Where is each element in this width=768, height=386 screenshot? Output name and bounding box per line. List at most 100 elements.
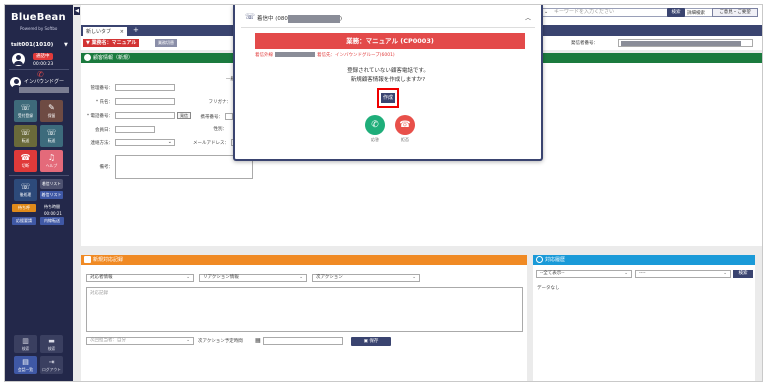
collapse-sidebar-icon[interactable]: ◀	[74, 7, 80, 15]
add-tab-button[interactable]: +	[133, 26, 139, 34]
history-header: 対応履歴	[533, 255, 755, 265]
tile-label: 受付登録	[17, 113, 34, 118]
tile-label: 切断	[21, 163, 30, 168]
user-id[interactable]: tsit001(1010)	[11, 42, 53, 48]
gender-label: 性別：	[213, 127, 228, 132]
monitor-icon: ▬	[48, 337, 55, 345]
tile-label: ヘルプ	[45, 163, 58, 168]
waiting-label: 待ち時間	[44, 204, 60, 209]
history-filter-a[interactable]: --全て表示-- ⌄	[536, 270, 632, 278]
phone-icon: ☏	[20, 182, 31, 191]
dial-button[interactable]: 発信	[177, 112, 191, 119]
tile-transfer-b[interactable]: ☏ 転送	[40, 125, 63, 147]
business-label[interactable]: ▼ 業務名：マニュアル	[83, 39, 140, 47]
caller-number-field[interactable]	[618, 39, 753, 47]
sidebar-divider	[9, 175, 69, 176]
business-change-button[interactable]: 業務切替	[155, 39, 177, 47]
phone-ringing-icon: ☏	[245, 12, 256, 21]
tile-label: ログアウト	[42, 367, 61, 372]
incoming-suffix: )	[339, 16, 343, 22]
record-header: 新規対応記録	[81, 255, 527, 265]
tile-logout[interactable]: ⇥ ログアウト	[40, 356, 63, 374]
history-search-button[interactable]: 検索	[733, 270, 753, 278]
next-action-time-input[interactable]	[263, 337, 343, 345]
hangup-icon: ☎	[399, 120, 411, 130]
manage-no-input[interactable]	[115, 84, 175, 91]
tile-help[interactable]: ♫ ヘルプ	[40, 150, 63, 172]
business-banner: 業務：マニュアル (CP0003)	[255, 33, 525, 49]
select-value: 次アクション	[316, 275, 343, 280]
chevron-up-icon[interactable]: ︿	[525, 13, 531, 22]
incoming-call-modal: ☏ 着信中 (080) ︿ 業務：マニュアル (CP0003) 着信外線 着信先：…	[233, 5, 543, 161]
chevron-down-icon: ⌄	[723, 271, 727, 276]
chevron-down-icon[interactable]: ▼	[64, 42, 68, 48]
record-panel: 対応者情報 ⌄ リアクション情報 ⌄ 次アクション ⌄ 対応記録 次回担当者：自分 ⌄ …	[81, 265, 527, 381]
email-label: メールアドレス：	[193, 141, 229, 146]
app-window: BlueBean Powered by Softbo tsit001(1010)…	[4, 4, 763, 382]
calendar-icon[interactable]: ▦	[255, 337, 261, 344]
tile-label: 会話一覧	[17, 367, 34, 372]
modal-message-2: 新規顧客情報を作成しますか?	[350, 77, 426, 83]
avatar	[12, 53, 25, 66]
masked-number	[275, 52, 315, 57]
document-icon	[84, 256, 91, 263]
save-button[interactable]: ▣ 保存	[351, 337, 391, 346]
answer-button[interactable]: ✆	[365, 115, 385, 135]
chevron-down-icon: ⌄	[186, 338, 190, 343]
record-memo[interactable]: 対応記録	[86, 287, 523, 332]
masked-number	[621, 41, 741, 46]
select-value: ----	[639, 271, 646, 276]
mobile-input[interactable]	[225, 113, 233, 120]
detail-search-link[interactable]: 詳細検索	[687, 10, 705, 16]
phone-icon: ☏	[46, 128, 57, 137]
masked-number	[287, 14, 340, 23]
tile-reception[interactable]: ☏ 受付登録	[14, 100, 37, 122]
waiting-button[interactable]: 待ち呼	[12, 204, 36, 212]
tile-transfer-a[interactable]: ☏ 転送	[14, 125, 37, 147]
tile-hold[interactable]: ✎ 保留	[40, 100, 63, 122]
phone-icon: ☏	[20, 128, 31, 137]
edit-icon: ✎	[48, 103, 55, 112]
app-logo-sub: Powered by Softbo	[20, 26, 58, 31]
tile-label: 着信リスト	[42, 181, 61, 186]
tile-search-a[interactable]: ▥ 検索	[14, 335, 37, 353]
next-action-select[interactable]: 次アクション ⌄	[312, 274, 420, 282]
extension-button[interactable]: 内線転送	[40, 217, 64, 225]
search-button[interactable]: 検索	[667, 8, 685, 17]
call-meta: 着信外線 着信先：インバウンドグループ(6001)	[255, 52, 395, 58]
furigana-label: フリガナ：	[208, 100, 232, 105]
name-input[interactable]	[115, 98, 175, 105]
manage-no-label: 管理番号：	[90, 86, 114, 91]
incoming-prefix: 着信中 (080	[257, 16, 288, 22]
create-button[interactable]: 作成	[381, 93, 395, 103]
contact-method-select[interactable]: ⌄	[115, 139, 175, 146]
feedback-button[interactable]: ご意見・ご要望	[712, 8, 758, 17]
destination: 着信先：インバウンドグループ(6001)	[317, 53, 395, 58]
select-value: 対応者情報	[90, 275, 113, 280]
reject-button[interactable]: ☎	[395, 115, 415, 135]
app-logo: BlueBean	[11, 12, 66, 23]
tile-after-call[interactable]: ☏ 後処理	[14, 179, 37, 201]
tile-call-list[interactable]: 着信リスト	[40, 179, 63, 189]
chevron-down-icon: ⌄	[299, 275, 303, 280]
incoming-title: 着信中 (080)	[257, 14, 342, 23]
support-button[interactable]: 応援要請	[12, 217, 36, 225]
tile-label: 検索	[21, 346, 30, 351]
status-badge: 通話中	[33, 53, 53, 60]
join-date-input[interactable]	[115, 126, 155, 133]
tile-hangup[interactable]: ☎ 切断	[14, 150, 37, 172]
tile-label: 転送	[47, 138, 56, 143]
next-responder-select[interactable]: 次回担当者：自分 ⌄	[86, 337, 194, 345]
call-list-button[interactable]: 着信リスト	[40, 191, 63, 199]
phone-input[interactable]	[115, 112, 175, 119]
chevron-down-icon: ⌄	[186, 275, 190, 280]
list-icon: ▤	[22, 358, 29, 366]
chevron-down-icon: ⌄	[624, 271, 628, 276]
clock-icon	[536, 256, 543, 263]
history-filter-b[interactable]: ---- ⌄	[635, 270, 731, 278]
tile-search-b[interactable]: ▬ 検索	[40, 335, 63, 353]
responder-select[interactable]: 対応者情報 ⌄	[86, 274, 194, 282]
search-input[interactable]: ⌄ キーワードを入力ください	[541, 8, 741, 17]
reaction-select[interactable]: リアクション情報 ⌄	[199, 274, 307, 282]
tile-conversation-list[interactable]: ▤ 会話一覧	[14, 356, 37, 374]
